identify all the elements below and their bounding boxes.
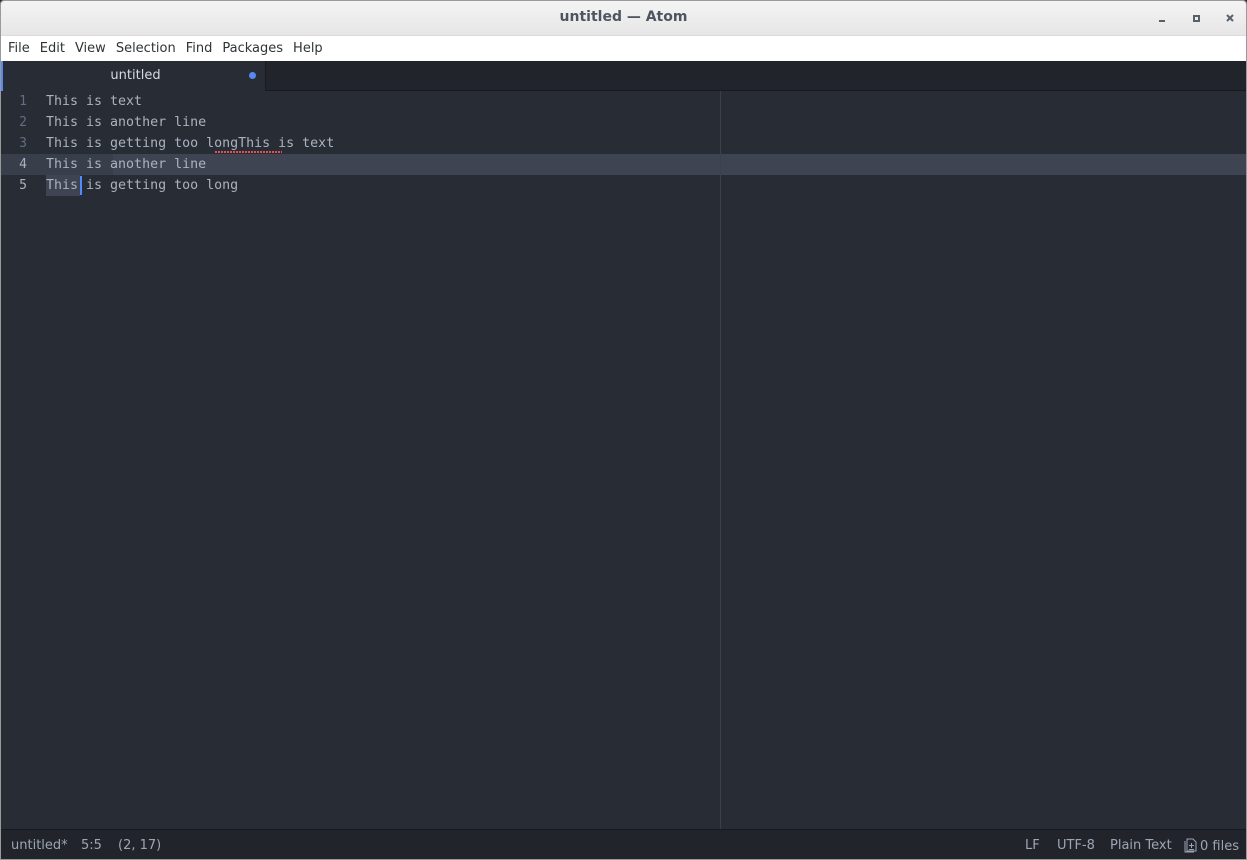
editor-line[interactable]: This is text [46, 91, 142, 112]
selection-region [113, 154, 1246, 175]
maximize-icon [1192, 14, 1200, 22]
menu-selection[interactable]: Selection [112, 36, 180, 61]
line-number[interactable]: 1 [1, 91, 27, 112]
files-icon [1184, 838, 1197, 853]
wrap-guide [720, 91, 721, 829]
line-number[interactable]: 2 [1, 112, 27, 133]
minimize-button[interactable] [1155, 11, 1169, 25]
status-selection-count: (2, 17) [118, 838, 162, 853]
menu-packages[interactable]: Packages [218, 36, 287, 61]
minimize-icon [1159, 20, 1165, 22]
menu-help[interactable]: Help [289, 36, 327, 61]
line-number[interactable]: 4 [1, 154, 27, 175]
status-encoding[interactable]: UTF-8 [1057, 838, 1095, 853]
atom-window: untitled — Atom File Edit View Selection… [0, 0, 1247, 860]
line-number[interactable]: 5 [1, 175, 27, 196]
menu-bar: File Edit View Selection Find Packages H… [1, 36, 1246, 61]
modified-indicator-icon[interactable] [249, 72, 256, 79]
title-bar[interactable]: untitled — Atom [1, 1, 1246, 36]
editor-line[interactable]: This is another line [46, 154, 206, 175]
maximize-button[interactable] [1189, 11, 1203, 25]
close-icon [1226, 14, 1234, 22]
editor-line[interactable]: This is getting too long [46, 175, 238, 196]
text-cursor [80, 176, 82, 195]
status-line-ending[interactable]: LF [1025, 838, 1040, 853]
spellcheck-underline[interactable] [215, 151, 282, 153]
status-files-label: 0 files [1200, 839, 1239, 854]
status-file-name[interactable]: untitled* [11, 838, 68, 853]
menu-find[interactable]: Find [182, 36, 217, 61]
tab-title: untitled [110, 68, 161, 83]
line-number-gutter[interactable]: 1 2 3 4 5 [1, 91, 37, 829]
status-github-files[interactable]: 0 files [1184, 838, 1239, 854]
close-button[interactable] [1223, 11, 1237, 25]
menu-view[interactable]: View [71, 36, 110, 61]
text-editor[interactable]: 1 2 3 4 5 This is text This is another l… [1, 91, 1246, 829]
status-cursor-position[interactable]: 5:5 [81, 838, 102, 853]
tab-untitled[interactable]: untitled [1, 61, 266, 91]
tab-bar: untitled [1, 61, 1246, 91]
editor-line[interactable]: This is another line [46, 112, 206, 133]
editor-lines[interactable]: This is text This is another line This i… [46, 91, 1246, 829]
menu-edit[interactable]: Edit [36, 36, 69, 61]
line-number[interactable]: 3 [1, 133, 27, 154]
menu-file[interactable]: File [4, 36, 34, 61]
status-bar: untitled* 5:5 (2, 17) LF UTF-8 Plain Tex… [1, 829, 1246, 859]
window-title: untitled — Atom [559, 9, 688, 25]
status-grammar[interactable]: Plain Text [1110, 838, 1172, 853]
editor-line[interactable]: This is getting too longThis is text [46, 133, 334, 154]
